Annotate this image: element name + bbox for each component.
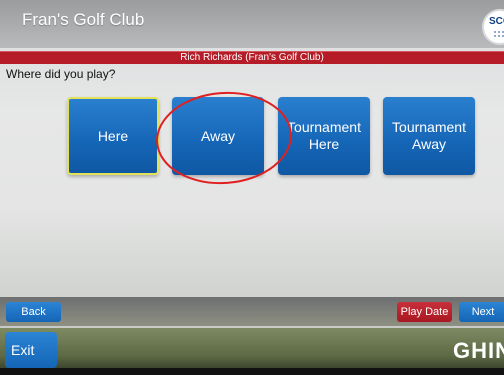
option-here-button[interactable]: Here (67, 97, 159, 175)
exit-button[interactable]: Exit (5, 332, 57, 368)
option-label: Tournament Away (392, 119, 466, 152)
next-button[interactable]: Next (459, 302, 504, 322)
back-button[interactable]: Back (6, 302, 61, 322)
option-tournament-away-button[interactable]: Tournament Away (383, 97, 475, 175)
question-prompt: Where did you play? (6, 67, 116, 81)
logo-text: SCG (489, 16, 504, 27)
logo-dots-icon (493, 30, 504, 38)
scga-logo-icon: SCG (482, 9, 504, 45)
top-header: Fran's Golf Club SCG (0, 0, 504, 48)
ghin-logo: GHIN (453, 338, 504, 363)
option-label: Tournament Here (287, 119, 361, 152)
club-title: Fran's Golf Club (22, 10, 145, 29)
user-bar: Rich Richards (Fran's Golf Club) (0, 51, 504, 64)
footer-strip (0, 368, 504, 375)
user-name: Rich Richards (Fran's Golf Club) (180, 52, 324, 63)
play-date-button[interactable]: Play Date (397, 302, 452, 322)
option-label: Here (97, 127, 129, 144)
kiosk-screen: Fran's Golf Club SCG Rich Richards (Fran… (0, 0, 504, 375)
bottom-bar: Back Play Date Next (0, 297, 504, 326)
